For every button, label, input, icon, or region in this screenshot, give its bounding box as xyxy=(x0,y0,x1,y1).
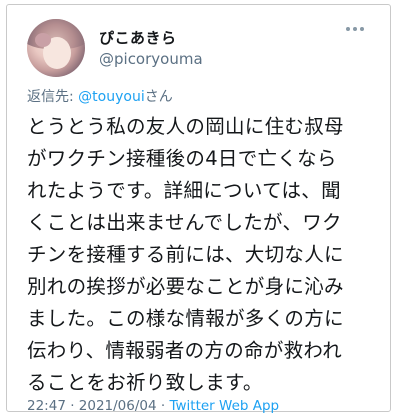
avatar[interactable] xyxy=(27,19,85,77)
tweet-text-line: がワクチン接種後の4日で亡くなら xyxy=(27,147,337,170)
reply-prefix: 返信先: xyxy=(27,89,79,105)
tweet-text-line: くことは出来ませんでしたが、ワク xyxy=(27,211,342,234)
reply-to-line: 返信先: @touyouiさん xyxy=(27,86,173,106)
tweet-text-line: チンを接種する前には、大切な人に xyxy=(27,243,344,266)
tweet-text-line: ることをお祈り致します。 xyxy=(27,371,263,394)
more-dot xyxy=(353,27,357,31)
tweet-text-line: れたようです。詳細については、聞 xyxy=(27,179,341,202)
avatar-bow xyxy=(35,33,51,47)
tweet-source-link[interactable]: Twitter Web App xyxy=(169,398,279,414)
tweet-text-line: 別れの挨拶が必要なことが身に沁み xyxy=(27,275,344,298)
tweet-text-line: とうとう私の友人の岡山に住む叔母 xyxy=(27,115,344,138)
tweet-meta: 22:47 · 2021/06/04 · Twitter Web App xyxy=(27,398,279,414)
tweet-time[interactable]: 22:47 xyxy=(27,398,66,414)
tweet-text-line: ました。この様な情報が多くの方に xyxy=(27,307,344,330)
reply-mention-link[interactable]: @touyoui xyxy=(78,89,145,105)
reply-suffix: さん xyxy=(144,89,173,105)
author-handle[interactable]: @picoryouma xyxy=(99,50,203,68)
more-dot xyxy=(360,27,364,31)
author-display-name[interactable]: ぴこあきら xyxy=(99,27,177,48)
meta-separator: · xyxy=(65,398,79,414)
meta-separator: · xyxy=(156,398,170,414)
more-horizontal-icon[interactable] xyxy=(346,27,364,31)
more-dot xyxy=(346,27,350,31)
tweet-text: とうとう私の友人の岡山に住む叔母 がワクチン接種後の4日で亡くなら れたようです… xyxy=(27,111,383,399)
tweet-card: ぴこあきら @picoryouma 返信先: @touyouiさん とうとう私の… xyxy=(6,4,391,414)
tweet-date[interactable]: 2021/06/04 xyxy=(79,398,157,414)
tweet-text-line: 伝わり、情報弱者の方の命が救われ xyxy=(27,339,343,362)
